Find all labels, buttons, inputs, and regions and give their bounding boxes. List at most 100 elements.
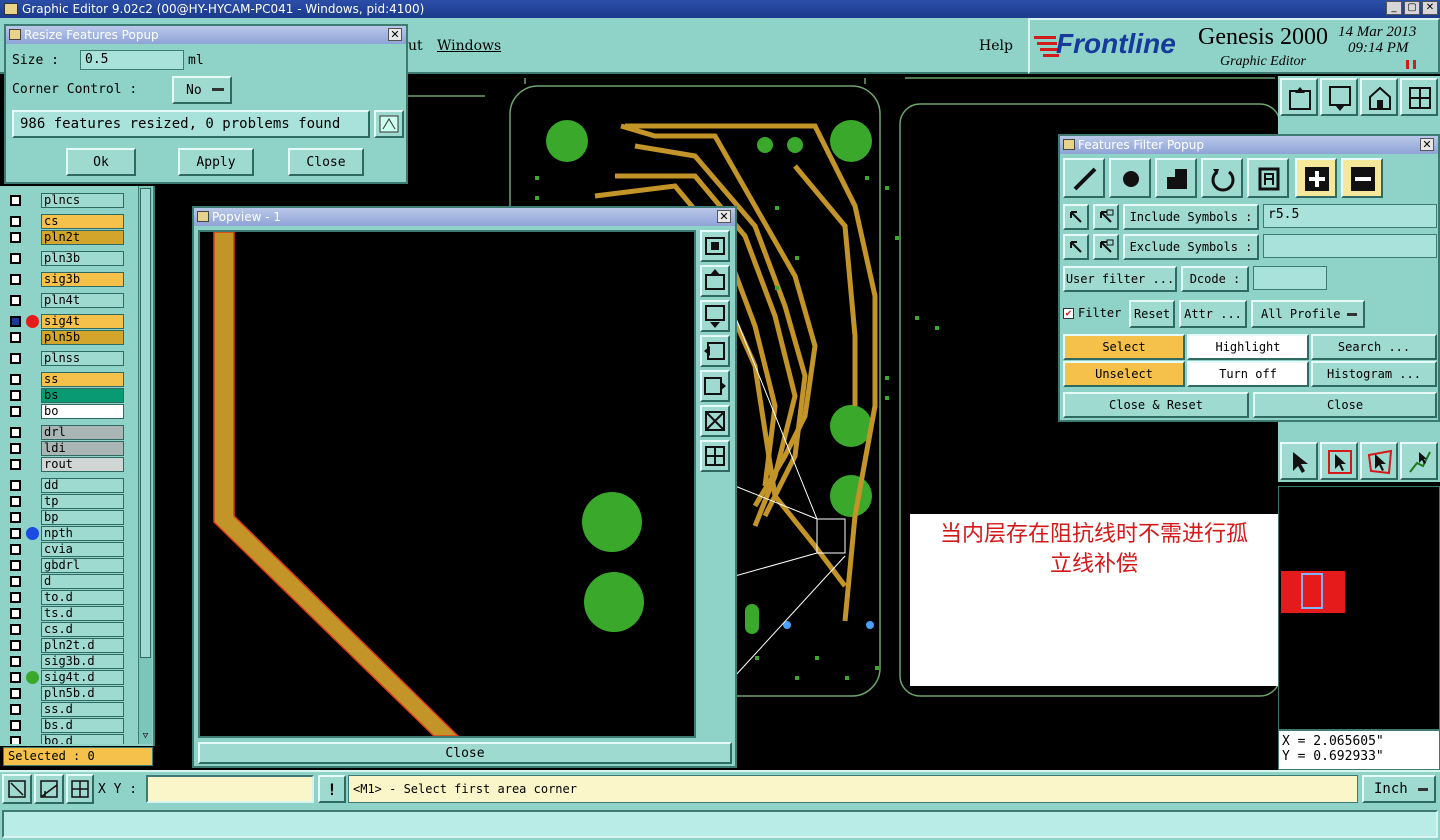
layer-name[interactable]: sig4t.d bbox=[41, 670, 124, 685]
layer-row[interactable]: sig4t bbox=[8, 314, 124, 329]
tool-snap-icon[interactable] bbox=[34, 774, 64, 804]
layer-checkbox[interactable] bbox=[10, 560, 21, 571]
layer-name[interactable]: sig3b bbox=[41, 272, 124, 287]
filter-arc-icon[interactable] bbox=[1201, 158, 1243, 198]
histogram-button[interactable]: Histogram ... bbox=[1311, 361, 1437, 387]
layer-row[interactable]: ss bbox=[8, 372, 124, 387]
minimize-icon[interactable]: _ bbox=[1386, 1, 1402, 15]
layer-name[interactable]: plncs bbox=[41, 193, 124, 208]
turn-off-button[interactable]: Turn off bbox=[1187, 361, 1309, 387]
layer-name[interactable]: sig3b.d bbox=[41, 654, 124, 669]
filter-close-button[interactable]: Close bbox=[1253, 392, 1437, 418]
highlight-button[interactable]: Highlight bbox=[1187, 334, 1309, 360]
mini-map[interactable] bbox=[1278, 486, 1440, 730]
layer-checkbox[interactable] bbox=[10, 232, 21, 243]
layer-name[interactable]: bp bbox=[41, 510, 124, 525]
layer-name[interactable]: cs.d bbox=[41, 622, 124, 637]
layer-name[interactable]: pln5b.d bbox=[41, 686, 124, 701]
include-pick-list-icon[interactable] bbox=[1093, 204, 1119, 230]
layer-checkbox[interactable] bbox=[10, 608, 21, 619]
menu-item-windows[interactable]: Windows bbox=[437, 38, 501, 54]
layer-name[interactable]: gbdrl bbox=[41, 558, 124, 573]
layer-row[interactable]: rout bbox=[8, 457, 124, 472]
layer-checkbox[interactable] bbox=[10, 480, 21, 491]
layer-name[interactable]: bs bbox=[41, 388, 124, 403]
layer-name[interactable]: pln3b bbox=[41, 251, 124, 266]
layer-row[interactable]: sig3b.d bbox=[8, 654, 124, 669]
tool-select-line-icon[interactable] bbox=[1400, 442, 1438, 480]
layer-name[interactable]: rout bbox=[41, 457, 124, 472]
layer-name[interactable]: bo.d bbox=[41, 734, 124, 744]
zoom-out-icon[interactable] bbox=[700, 405, 730, 437]
layer-row[interactable]: sig3b bbox=[8, 272, 124, 287]
user-filter-button[interactable]: User filter ... bbox=[1063, 266, 1177, 292]
layer-row[interactable]: bs bbox=[8, 388, 124, 403]
layer-checkbox[interactable] bbox=[10, 374, 21, 385]
layer-checkbox[interactable] bbox=[10, 656, 21, 667]
filter-negative-icon[interactable] bbox=[1341, 158, 1383, 198]
layer-name[interactable]: bs.d bbox=[41, 718, 124, 733]
layer-checkbox[interactable] bbox=[10, 736, 21, 744]
apply-button[interactable]: Apply bbox=[178, 148, 254, 176]
layer-row[interactable]: pln5b bbox=[8, 330, 124, 345]
filter-checkbox[interactable]: ✔ bbox=[1063, 307, 1074, 319]
layer-checkbox[interactable] bbox=[10, 688, 21, 699]
dcode-input[interactable] bbox=[1253, 266, 1327, 290]
layer-checkbox[interactable] bbox=[10, 216, 21, 227]
pan-up-icon[interactable] bbox=[700, 265, 730, 297]
layer-name[interactable]: ts.d bbox=[41, 606, 124, 621]
layer-checkbox[interactable] bbox=[10, 704, 21, 715]
layer-checkbox[interactable] bbox=[10, 528, 21, 539]
layer-row[interactable]: cs.d bbox=[8, 622, 124, 637]
scrollbar-thumb[interactable] bbox=[140, 188, 151, 658]
layer-list-scrollbar[interactable]: ▽ bbox=[138, 186, 152, 744]
layer-name[interactable]: npth bbox=[41, 526, 124, 541]
layer-name[interactable]: dd bbox=[41, 478, 124, 493]
layer-name[interactable]: drl bbox=[41, 425, 124, 440]
layer-checkbox[interactable] bbox=[10, 592, 21, 603]
include-pick-icon[interactable] bbox=[1063, 204, 1089, 230]
layer-name[interactable]: sig4t bbox=[41, 314, 124, 329]
layer-row[interactable]: bp bbox=[8, 510, 124, 525]
profile-dropdown[interactable]: All Profile bbox=[1251, 300, 1365, 328]
zoom-fit-icon[interactable] bbox=[700, 230, 730, 262]
scroll-down-icon[interactable]: ▽ bbox=[140, 730, 151, 742]
popview-close-button[interactable]: Close bbox=[198, 742, 732, 764]
layer-row[interactable]: dd bbox=[8, 478, 124, 493]
filter-popup-close-icon[interactable]: ✕ bbox=[1420, 138, 1434, 151]
attr-button[interactable]: Attr ... bbox=[1179, 300, 1247, 328]
layer-checkbox[interactable] bbox=[10, 576, 21, 587]
layer-name[interactable]: bo bbox=[41, 404, 124, 419]
layer-row[interactable]: cs bbox=[8, 214, 124, 229]
layer-name[interactable]: pln2t bbox=[41, 230, 124, 245]
select-button[interactable]: Select bbox=[1063, 334, 1185, 360]
zoom-in-icon[interactable] bbox=[700, 440, 730, 472]
tool-measure-icon[interactable] bbox=[2, 774, 32, 804]
layer-row[interactable]: pln2t bbox=[8, 230, 124, 245]
layer-row[interactable]: pln2t.d bbox=[8, 638, 124, 653]
layer-name[interactable]: pln4t bbox=[41, 293, 124, 308]
layer-checkbox[interactable] bbox=[10, 390, 21, 401]
layer-row[interactable]: bo bbox=[8, 404, 124, 419]
layer-name[interactable]: ldi bbox=[41, 441, 124, 456]
filter-positive-icon[interactable] bbox=[1295, 158, 1337, 198]
alert-icon[interactable]: ! bbox=[318, 775, 346, 803]
search-button[interactable]: Search ... bbox=[1311, 334, 1437, 360]
layer-checkbox[interactable] bbox=[10, 253, 21, 264]
layer-checkbox[interactable] bbox=[10, 512, 21, 523]
tool-window-icon[interactable] bbox=[1400, 78, 1438, 116]
layer-row[interactable]: pln3b bbox=[8, 251, 124, 266]
exclude-pick-list-icon[interactable] bbox=[1093, 234, 1119, 260]
layer-name[interactable]: pln2t.d bbox=[41, 638, 124, 653]
layer-row[interactable]: plncs bbox=[8, 193, 124, 208]
layer-name[interactable]: ss bbox=[41, 372, 124, 387]
filter-toggle[interactable]: ✔ Filter bbox=[1063, 300, 1127, 326]
tool-grid-icon[interactable] bbox=[66, 774, 94, 804]
layer-name[interactable]: cs bbox=[41, 214, 124, 229]
layer-row[interactable]: pln5b.d bbox=[8, 686, 124, 701]
tool-save-icon[interactable] bbox=[1320, 78, 1358, 116]
layer-name[interactable]: plnss bbox=[41, 351, 124, 366]
size-input[interactable]: 0.5 bbox=[80, 50, 184, 70]
layer-row[interactable]: plnss bbox=[8, 351, 124, 366]
resize-close-button[interactable]: Close bbox=[288, 148, 364, 176]
